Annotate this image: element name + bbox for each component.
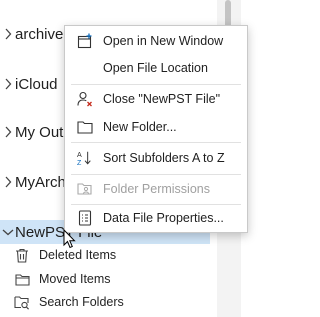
folder-my-outlook[interactable]: My Out [2, 120, 63, 144]
menu-item-open-file-location[interactable]: Open File Location [65, 56, 247, 80]
menu-item-label: Close "NewPST File" [103, 92, 221, 106]
menu-item-label: New Folder... [103, 120, 177, 134]
search-folder-icon [14, 294, 30, 310]
menu-item-label: Sort Subfolders A to Z [103, 151, 225, 165]
subfolder-label: Moved Items [39, 272, 111, 286]
menu-separator [71, 142, 241, 143]
menu-item-label: Open in New Window [103, 34, 224, 48]
chevron-right-icon[interactable] [2, 174, 14, 190]
menu-item-open-in-new-window[interactable]: Open in New Window [65, 29, 247, 53]
menu-item-folder-permissions[interactable]: Folder Permissions [65, 177, 247, 201]
mouse-cursor-icon [63, 229, 76, 249]
subfolder-moved-items[interactable]: Moved Items [14, 268, 111, 290]
folder-icloud[interactable]: iCloud [2, 72, 58, 96]
chevron-right-icon[interactable] [2, 76, 14, 92]
folder-label: My Out [15, 123, 64, 141]
menu-item-sort-subfolders[interactable]: AZ Sort Subfolders A to Z [65, 146, 247, 170]
svg-text:Z: Z [77, 159, 82, 167]
menu-item-close-pst[interactable]: Close "NewPST File" [65, 87, 247, 111]
chevron-down-icon[interactable] [2, 224, 14, 240]
menu-separator [71, 204, 241, 205]
menu-item-label: Folder Permissions [103, 182, 210, 196]
folder-icon [77, 119, 93, 135]
person-remove-icon [77, 91, 93, 107]
sort-a-to-z-icon: AZ [77, 150, 93, 167]
folder-myarchive[interactable]: MyArch [2, 170, 66, 194]
properties-icon [77, 210, 93, 226]
folder-archive[interactable]: archive [2, 22, 63, 46]
svg-text:A: A [77, 151, 82, 159]
menu-item-new-folder[interactable]: New Folder... [65, 115, 247, 139]
menu-separator [71, 174, 241, 175]
folder-label: iCloud [15, 75, 58, 93]
chevron-right-icon[interactable] [2, 124, 14, 140]
trash-icon [14, 247, 30, 263]
menu-item-label: Open File Location [103, 61, 208, 75]
subfolder-label: Search Folders [39, 295, 124, 309]
folder-permissions-icon [77, 181, 93, 197]
chevron-right-icon[interactable] [2, 26, 14, 42]
folder-label: archive [15, 25, 64, 43]
menu-item-label: Data File Properties... [103, 211, 224, 225]
subfolder-search-folders[interactable]: Search Folders [14, 291, 124, 313]
menu-separator [71, 84, 241, 85]
subfolder-label: Deleted Items [39, 248, 117, 262]
folder-icon [14, 271, 30, 287]
menu-item-data-file-properties[interactable]: Data File Properties... [65, 206, 247, 230]
new-window-icon [77, 33, 93, 49]
context-menu: Open in New Window Open File Location Cl… [64, 25, 248, 233]
folder-label: MyArch [15, 173, 66, 191]
